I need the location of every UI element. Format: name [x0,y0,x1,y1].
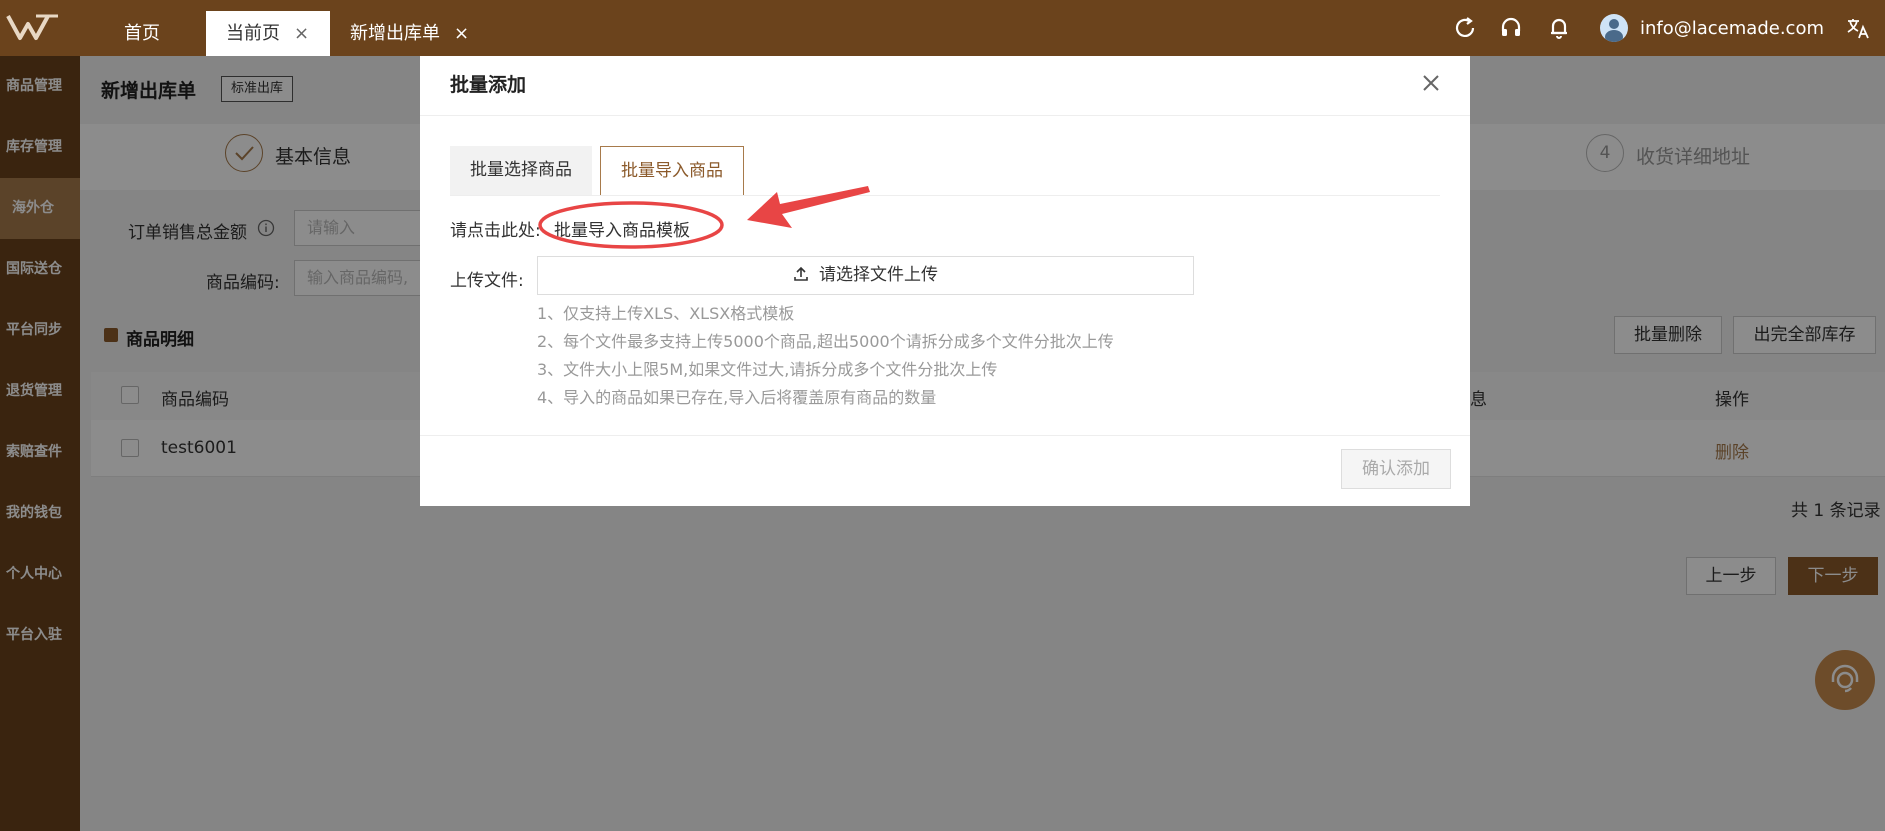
annotation-overlay [538,186,870,249]
annotation-circle [538,201,724,249]
annotation-arrow [747,186,870,228]
